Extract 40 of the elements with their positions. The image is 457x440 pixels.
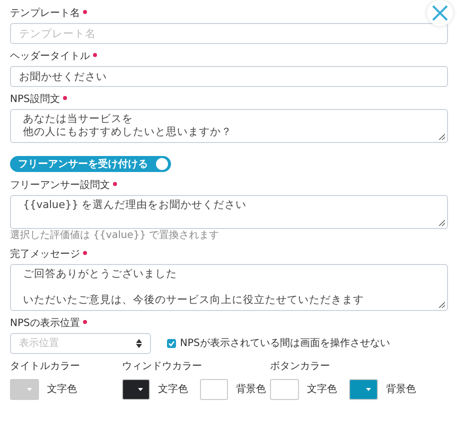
swatch-label: 背景色 (236, 382, 266, 397)
text-area[interactable]: ご回答ありがとうございました いただいたご意見は、今後のサービス向上に役立たせていただきます (10, 264, 448, 311)
text-line: {{value}} を選んだ理由をお聞かせください (23, 199, 248, 212)
color-swatch[interactable] (349, 379, 378, 400)
swatch-label: 背景色 (386, 382, 416, 397)
caret-icon (27, 388, 32, 391)
color-swatch[interactable] (122, 379, 150, 400)
text-area[interactable]: あなたは当サービスを 他の人にもおすすめしたいと思いますか？ (10, 109, 448, 143)
field-label: NPSの表示位置 (10, 318, 80, 330)
color-swatch[interactable] (10, 379, 39, 400)
input-field[interactable]: テンプレート名 (10, 23, 448, 44)
caret-icon (138, 388, 143, 391)
swatch-label: 文字色 (307, 382, 337, 397)
field-label: NPS設問文 (10, 94, 60, 106)
field-label: フリーアンサー設問文 (10, 180, 110, 192)
group-label: タイトルカラー (10, 361, 80, 373)
group-label: ボタンカラー (270, 361, 330, 373)
group-label: ウィンドウカラー (122, 361, 202, 373)
field-label: ヘッダータイトル (10, 51, 90, 63)
input-field[interactable]: お聞かせください (10, 66, 448, 87)
checkbox-label: NPSが表示されている間は画面を操作させない (180, 336, 390, 351)
swatch-label: 文字色 (47, 382, 77, 397)
text-line: ご回答ありがとうございました (23, 268, 178, 281)
text-area[interactable]: {{value}} を選んだ理由をお聞かせください (10, 195, 448, 229)
text-line: 他の人にもおすすめしたいと思いますか？ (23, 126, 233, 139)
resize-grip-icon[interactable] (439, 220, 445, 226)
sort-arrows-icon (136, 339, 142, 348)
color-swatch[interactable] (270, 379, 299, 400)
color-swatch[interactable] (200, 379, 228, 400)
swatch-label: 文字色 (158, 382, 188, 397)
close-button[interactable] (427, 0, 453, 26)
text-line: いただいたご意見は、今後のサービス向上に役立たせていただきます (23, 294, 365, 307)
field-label: テンプレート名 (10, 8, 80, 20)
hint-text: 選択した評価値は {{value}} で置換されます (10, 230, 220, 242)
caret-icon (366, 388, 371, 391)
resize-grip-icon[interactable] (439, 302, 445, 308)
resize-grip-icon[interactable] (439, 134, 445, 140)
checkbox[interactable] (167, 339, 176, 348)
text-line: あなたは当サービスを (23, 113, 134, 126)
field-label: 完了メッセージ (10, 249, 80, 261)
